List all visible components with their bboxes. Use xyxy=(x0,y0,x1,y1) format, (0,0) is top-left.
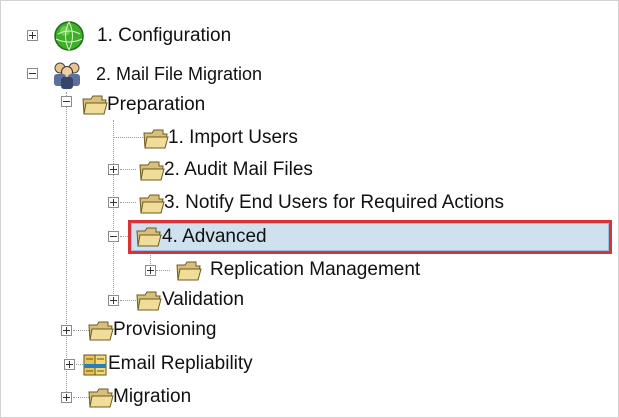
collapse-toggle[interactable] xyxy=(61,96,72,107)
tree-item-label: 2. Mail File Migration xyxy=(96,64,263,84)
folder-icon xyxy=(176,261,202,281)
tree-item-advanced[interactable]: 4. Advanced xyxy=(162,223,267,251)
expand-toggle[interactable] xyxy=(108,197,119,208)
tree-connector xyxy=(120,300,136,301)
expand-toggle[interactable] xyxy=(64,359,75,370)
folder-icon xyxy=(136,227,162,247)
tree-item-provisioning[interactable]: Provisioning xyxy=(113,316,217,344)
tree-item-label: 2. Audit Mail Files xyxy=(164,159,313,180)
tree-item-validation[interactable]: Validation xyxy=(162,286,244,314)
expand-toggle[interactable] xyxy=(61,392,72,403)
tree-item-replication-management[interactable]: Replication Management xyxy=(210,256,420,284)
tree-item-label: Validation xyxy=(162,289,245,310)
tree-item-label: 4. Advanced xyxy=(162,226,267,247)
tree-item-label: Provisioning xyxy=(113,319,217,340)
expand-toggle[interactable] xyxy=(27,30,38,41)
tree-connector xyxy=(113,120,114,300)
tree-item-label: 1. Import Users xyxy=(168,127,298,148)
tree-item-notify-end-users[interactable]: 3. Notify End Users for Required Actions xyxy=(164,189,504,217)
tree-item-label: Preparation xyxy=(107,94,206,115)
tree-item-preparation[interactable]: Preparation xyxy=(107,91,205,119)
tree-item-mail-file-migration[interactable]: 2. Mail File Migration xyxy=(96,60,262,88)
users-group-icon xyxy=(54,62,80,89)
expand-toggle[interactable] xyxy=(108,164,119,175)
expand-toggle[interactable] xyxy=(61,325,72,336)
ledger-icon xyxy=(83,354,107,376)
tree-item-email-repliability[interactable]: Email Repliability xyxy=(108,350,253,378)
globe-icon xyxy=(54,21,84,51)
tree-item-audit-mail-files[interactable]: 2. Audit Mail Files xyxy=(164,156,313,184)
tree-item-configuration[interactable]: 1. Configuration xyxy=(97,22,231,50)
tree-item-label: Email Repliability xyxy=(108,353,253,374)
tree-connector xyxy=(73,397,89,398)
tree-item-migration[interactable]: Migration xyxy=(113,383,191,411)
folder-icon xyxy=(88,388,114,408)
tree-connector xyxy=(120,202,136,203)
tree-item-import-users[interactable]: 1. Import Users xyxy=(168,124,298,152)
tree-item-label: Replication Management xyxy=(210,259,421,280)
folder-icon xyxy=(88,321,114,341)
tree-connector xyxy=(156,270,170,271)
folder-icon xyxy=(143,129,169,149)
folder-icon xyxy=(82,95,108,115)
expand-toggle[interactable] xyxy=(145,265,156,276)
tree-item-label: 1. Configuration xyxy=(97,25,232,46)
tree-connector xyxy=(113,137,143,138)
tree-connector xyxy=(66,92,67,392)
folder-icon xyxy=(139,194,165,214)
folder-icon xyxy=(136,291,162,311)
folder-icon xyxy=(139,161,165,181)
tree-connector xyxy=(73,330,89,331)
tree-connector xyxy=(120,169,136,170)
expand-toggle[interactable] xyxy=(108,295,119,306)
collapse-toggle[interactable] xyxy=(108,231,119,242)
tree-item-label: 3. Notify End Users for Required Actions xyxy=(164,192,505,213)
collapse-toggle[interactable] xyxy=(27,68,38,79)
tree-item-label: Migration xyxy=(113,386,192,407)
